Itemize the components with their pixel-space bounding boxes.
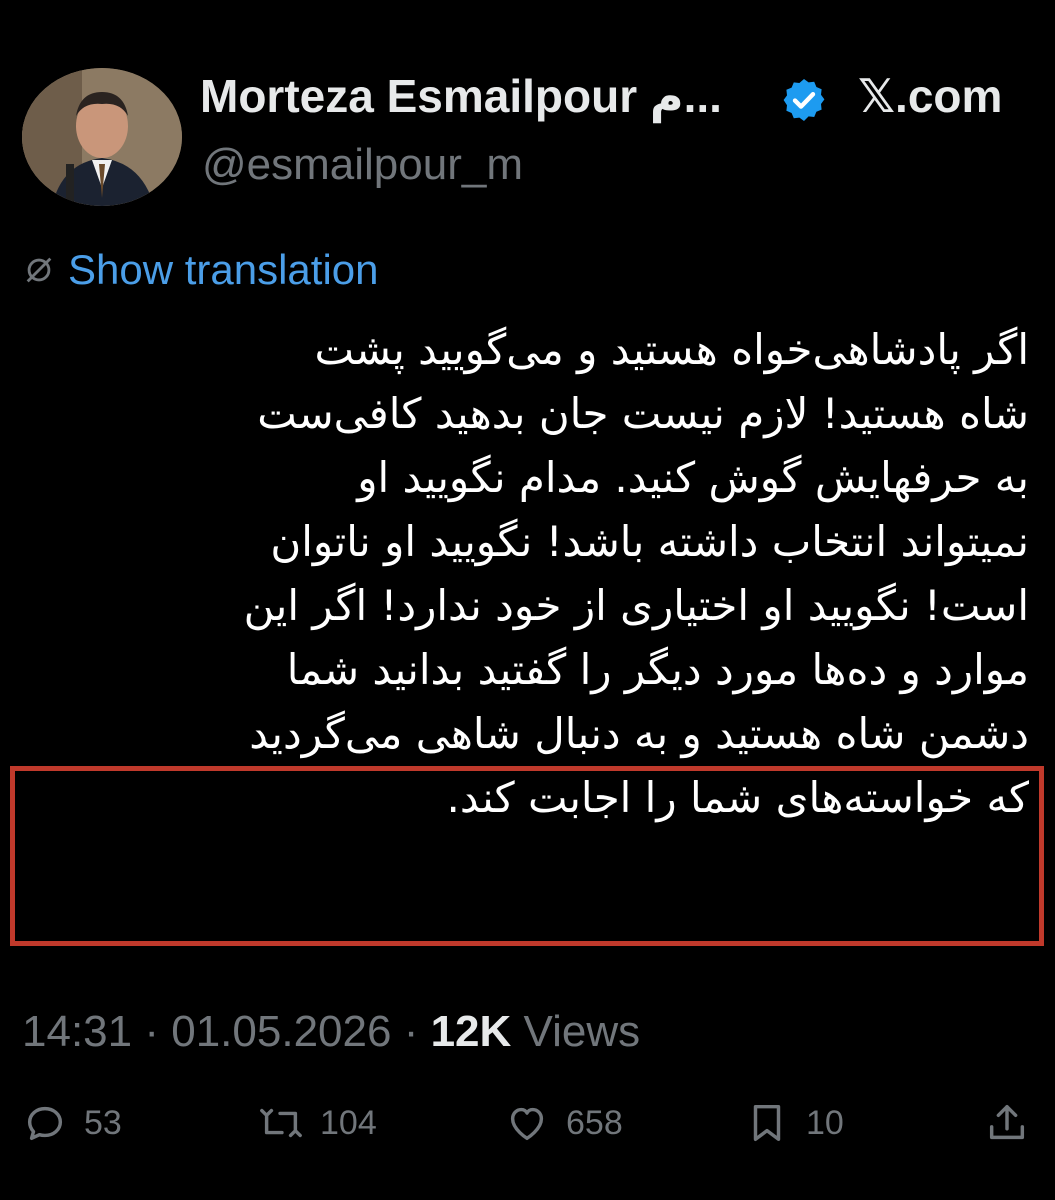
- avatar-photo: [22, 68, 182, 206]
- highlight-box: [10, 766, 1044, 946]
- bookmark-count: 10: [806, 1103, 844, 1142]
- heart-icon: [510, 1107, 544, 1141]
- like-button[interactable]: 658: [504, 1100, 623, 1146]
- show-translation-label: Show translation: [68, 246, 379, 293]
- separator-dot: ·: [403, 1007, 431, 1056]
- tweet-line: اگر پادشاهی‌خواه هستید و می‌گویید پشت: [314, 325, 1029, 374]
- views-count: 12K: [430, 1007, 512, 1056]
- repost-count: 104: [320, 1103, 377, 1142]
- reply-button[interactable]: 53: [22, 1100, 122, 1146]
- tweet-line: شاه هستید! لازم نیست جان بدهید کافی‌ست: [257, 389, 1029, 438]
- tweet-date[interactable]: 01.05.2026: [171, 1007, 391, 1056]
- tweet-meta: 14:31 · 01.05.2026 · 12K Views: [22, 1004, 640, 1060]
- author-handle[interactable]: @esmailpour_m: [202, 138, 523, 192]
- repost-button[interactable]: 104: [258, 1100, 377, 1146]
- action-bar: 53 104 658 10: [0, 1100, 1055, 1170]
- repost-icon: [260, 1108, 302, 1138]
- tweet-line: نمیتواند انتخاب داشته باشد! نگویید او نا…: [270, 517, 1029, 566]
- share-button[interactable]: [984, 1100, 1030, 1146]
- source-label: 𝕏.com: [858, 70, 1003, 122]
- tweet-line: موارد و ده‌ها مورد دیگر را گفتید بدانید …: [286, 645, 1029, 694]
- tweet-line: دشمن شاه هستید و به دنبال شاهی می‌گردید: [249, 709, 1029, 758]
- show-translation-link[interactable]: Show translation: [22, 244, 379, 296]
- bookmark-icon: [753, 1104, 781, 1142]
- translate-icon: [26, 257, 52, 283]
- share-icon: [989, 1104, 1025, 1140]
- tweet-text: اگر پادشاهی‌خواه هستید و می‌گویید پشت شا…: [29, 318, 1029, 830]
- bookmark-button[interactable]: 10: [744, 1100, 844, 1146]
- like-count: 658: [566, 1103, 623, 1142]
- verified-badge-icon: [783, 79, 825, 121]
- tweet-line: است! نگویید او اختیاری از خود ندارد! اگر…: [243, 581, 1029, 630]
- avatar[interactable]: [22, 68, 182, 206]
- author-name[interactable]: Morteza Esmailpour م...: [200, 68, 722, 124]
- views-label: Views: [523, 1007, 641, 1056]
- reply-icon: [27, 1106, 63, 1141]
- reply-count: 53: [84, 1103, 122, 1142]
- tweet-line: به حرفهایش گوش کنید. مدام نگویید او: [357, 453, 1029, 502]
- separator-dot: ·: [144, 1007, 172, 1056]
- tweet-time[interactable]: 14:31: [22, 1007, 132, 1056]
